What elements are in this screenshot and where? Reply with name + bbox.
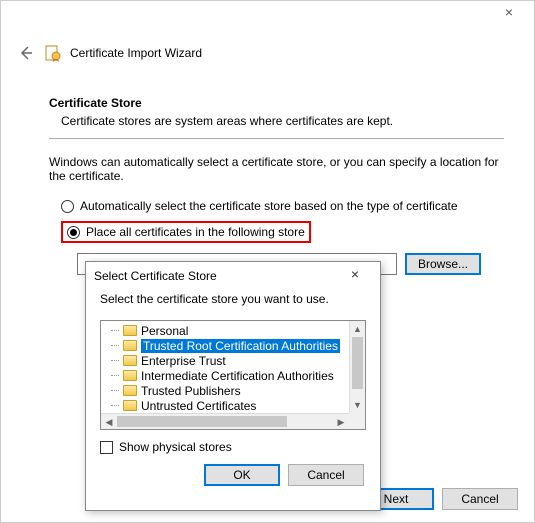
section-subtext: Certificate stores are system areas wher…: [61, 114, 504, 128]
scroll-right-icon[interactable]: ▶: [333, 414, 349, 430]
tree-item-intermediate[interactable]: Intermediate Certification Authorities: [105, 368, 349, 383]
tree-item-untrusted[interactable]: Untrusted Certificates: [105, 398, 349, 413]
tree-item-trusted-root[interactable]: Trusted Root Certification Authorities: [105, 338, 349, 353]
tree-item-personal[interactable]: Personal: [105, 323, 349, 338]
browse-button[interactable]: Browse...: [405, 253, 481, 275]
radio-place-all[interactable]: Place all certificates in the following …: [61, 221, 504, 243]
ok-button[interactable]: OK: [204, 464, 280, 486]
folder-icon: [123, 340, 137, 351]
folder-icon: [123, 325, 137, 336]
dialog-title: Select Certificate Store: [94, 269, 217, 283]
instruction-text: Windows can automatically select a certi…: [49, 155, 504, 183]
wizard-window: × Certificate Import Wizard Certificate …: [0, 0, 535, 523]
folder-icon: [123, 385, 137, 396]
radio-place-label: Place all certificates in the following …: [86, 225, 305, 239]
vertical-scrollbar[interactable]: ▲ ▼: [349, 321, 365, 413]
back-arrow-icon[interactable]: [16, 43, 36, 63]
wizard-header: Certificate Import Wizard: [16, 43, 202, 63]
wizard-content: Certificate Store Certificate stores are…: [49, 96, 504, 275]
folder-icon: [123, 400, 137, 411]
tree-item-enterprise-trust[interactable]: Enterprise Trust: [105, 353, 349, 368]
highlight-annotation: Place all certificates in the following …: [61, 221, 311, 243]
radio-icon: [67, 226, 80, 239]
dialog-body: Select the certificate store you want to…: [86, 290, 380, 494]
dialog-prompt: Select the certificate store you want to…: [100, 292, 366, 306]
select-store-dialog: Select Certificate Store × Select the ce…: [85, 261, 381, 511]
section-heading: Certificate Store: [49, 96, 504, 110]
divider: [49, 138, 504, 139]
radio-auto-select[interactable]: Automatically select the certificate sto…: [61, 199, 504, 213]
wizard-footer-buttons: Next Cancel: [358, 488, 518, 510]
folder-icon: [123, 370, 137, 381]
scroll-corner: [349, 413, 365, 429]
cancel-button[interactable]: Cancel: [288, 464, 364, 486]
scroll-down-icon[interactable]: ▼: [350, 397, 365, 413]
checkbox-icon: [100, 441, 113, 454]
show-physical-label: Show physical stores: [119, 440, 232, 454]
scroll-up-icon[interactable]: ▲: [350, 321, 365, 337]
tree-item-trusted-publishers[interactable]: Trusted Publishers: [105, 383, 349, 398]
show-physical-checkbox[interactable]: Show physical stores: [100, 440, 366, 454]
radio-auto-label: Automatically select the certificate sto…: [80, 199, 458, 213]
scroll-thumb[interactable]: [117, 416, 287, 427]
cancel-button[interactable]: Cancel: [442, 488, 518, 510]
close-icon[interactable]: ×: [338, 266, 372, 286]
tree-list: Personal Trusted Root Certification Auth…: [101, 321, 349, 413]
close-icon[interactable]: ×: [489, 4, 529, 24]
dialog-buttons: OK Cancel: [100, 464, 366, 486]
certificate-icon: [44, 44, 62, 62]
radio-icon: [61, 200, 74, 213]
dialog-header: Select Certificate Store ×: [86, 262, 380, 290]
store-tree: Personal Trusted Root Certification Auth…: [100, 320, 366, 430]
folder-icon: [123, 355, 137, 366]
wizard-title: Certificate Import Wizard: [70, 46, 202, 60]
horizontal-scrollbar[interactable]: ◀ ▶: [101, 413, 349, 429]
scroll-thumb[interactable]: [352, 337, 363, 389]
scroll-left-icon[interactable]: ◀: [101, 414, 117, 430]
